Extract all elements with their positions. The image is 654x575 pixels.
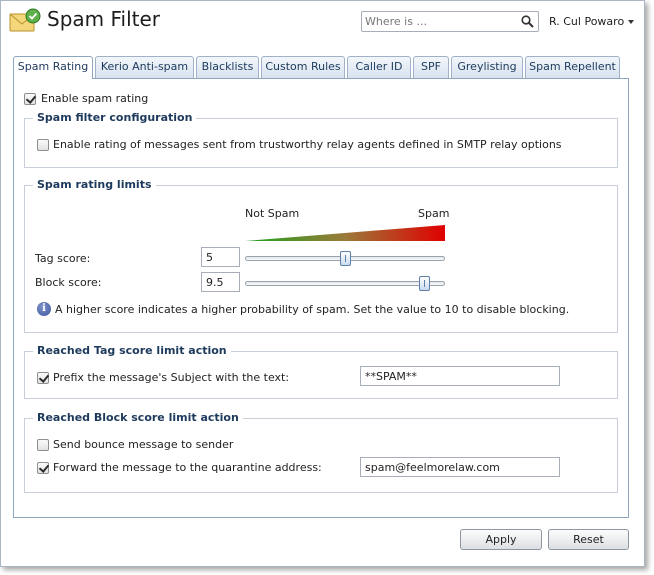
search-input[interactable]: [365, 13, 515, 30]
header: Spam Filter R. Cul Powaro: [1, 1, 644, 43]
tab-spf[interactable]: SPF: [413, 56, 449, 78]
tab-custom-rules[interactable]: Custom Rules: [261, 56, 345, 78]
scale-low-label: Not Spam: [245, 207, 300, 220]
block-score-input[interactable]: [201, 272, 240, 292]
page-title: Spam Filter: [47, 7, 161, 31]
send-bounce-checkbox[interactable]: [37, 439, 49, 451]
tab-kerio-anti-spam[interactable]: Kerio Anti-spam: [95, 56, 194, 78]
block-score-label: Block score:: [35, 276, 102, 289]
forward-quarantine-label: Forward the message to the quarantine ad…: [53, 461, 322, 474]
tag-score-action-group: Reached Tag score limit action Prefix th…: [24, 344, 618, 399]
tag-score-label: Tag score:: [35, 252, 91, 265]
user-menu[interactable]: R. Cul Powaro: [549, 15, 635, 28]
enable-spam-rating-checkbox[interactable]: [24, 93, 36, 105]
forward-quarantine-checkbox[interactable]: [37, 462, 49, 474]
tab-spam-repellent[interactable]: Spam Repellent: [525, 56, 620, 78]
apply-button[interactable]: Apply: [460, 529, 542, 550]
spam-scale-gradient: [245, 225, 445, 241]
tab-caller-id[interactable]: Caller ID: [347, 56, 411, 78]
spam-filter-app-icon: [9, 8, 41, 32]
prefix-subject-label: Prefix the message's Subject with the te…: [53, 371, 290, 384]
user-name: R. Cul Powaro: [549, 15, 625, 28]
spam-filter-window: Spam Filter R. Cul Powaro Spam Rating Ke…: [0, 0, 645, 567]
quarantine-address-input[interactable]: [360, 457, 560, 477]
tag-score-slider-handle[interactable]: [339, 251, 351, 266]
tab-blacklists[interactable]: Blacklists: [196, 56, 259, 78]
info-icon: i: [37, 302, 51, 316]
block-score-action-group: Reached Block score limit action Send bo…: [24, 411, 618, 493]
spam-rating-panel: Enable spam rating Spam filter configura…: [13, 78, 629, 518]
trustworthy-relay-label: Enable rating of messages sent from trus…: [53, 138, 562, 151]
reset-button[interactable]: Reset: [548, 529, 629, 550]
spam-rating-limits-legend: Spam rating limits: [33, 178, 156, 191]
scale-high-label: Spam: [418, 207, 450, 220]
prefix-subject-checkbox[interactable]: [37, 372, 49, 384]
trustworthy-relay-checkbox[interactable]: [37, 139, 49, 151]
block-score-action-legend: Reached Block score limit action: [33, 411, 243, 424]
search-icon[interactable]: [521, 15, 534, 28]
spam-filter-configuration-legend: Spam filter configuration: [33, 111, 197, 124]
block-score-slider-handle[interactable]: [419, 276, 431, 291]
spam-rating-limits-group: Spam rating limits Not Spam Spam Tag sco…: [24, 178, 618, 333]
tag-score-input[interactable]: [201, 247, 240, 267]
send-bounce-label: Send bounce message to sender: [53, 438, 234, 451]
spam-filter-configuration-group: Spam filter configuration Enable rating …: [24, 111, 618, 168]
block-score-slider-track[interactable]: [245, 281, 445, 286]
tab-spam-rating[interactable]: Spam Rating: [13, 56, 93, 79]
score-info-text: A higher score indicates a higher probab…: [55, 303, 570, 316]
tab-greylisting[interactable]: Greylisting: [451, 56, 523, 78]
chevron-down-icon: [628, 20, 635, 24]
tag-score-action-legend: Reached Tag score limit action: [33, 344, 231, 357]
prefix-subject-input[interactable]: [360, 366, 560, 386]
enable-spam-rating-label: Enable spam rating: [41, 92, 149, 105]
search-box[interactable]: [361, 11, 539, 32]
